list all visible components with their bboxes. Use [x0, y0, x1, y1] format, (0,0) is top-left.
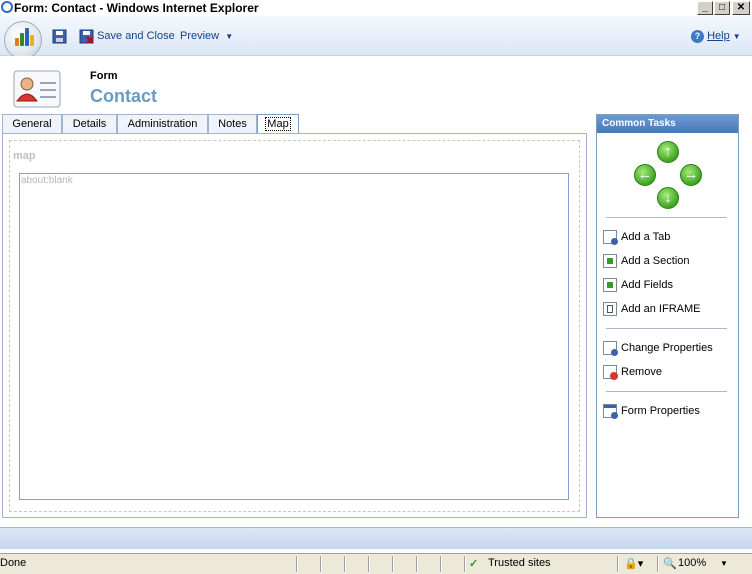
trusted-check-icon: ✓ [469, 558, 479, 570]
status-divider [617, 556, 619, 572]
add-iframe-link[interactable]: Add an IFRAME [603, 301, 700, 317]
status-divider [464, 556, 466, 572]
add-tab-link[interactable]: Add a Tab [603, 229, 671, 246]
zoom-level[interactable]: 100% [678, 557, 706, 569]
arrow-right-icon[interactable]: → [680, 164, 702, 186]
status-divider [368, 556, 370, 572]
status-divider [416, 556, 418, 572]
change-properties-link[interactable]: Change Properties [603, 340, 713, 357]
status-divider [392, 556, 394, 572]
iframe-preview[interactable] [19, 173, 569, 500]
status-divider [320, 556, 322, 572]
protected-mode-icon[interactable]: 🔒▾ [624, 557, 643, 570]
form-type-label: Form [90, 70, 118, 82]
window-title: Form: Contact - Windows Internet Explore… [14, 1, 259, 15]
tab-general[interactable]: General [2, 114, 62, 134]
form-properties-link[interactable]: Form Properties [603, 403, 700, 420]
arrow-left-icon[interactable]: ← [634, 164, 656, 186]
iframe-url: about:blank [21, 175, 73, 186]
ie-icon [1, 1, 13, 13]
remove-icon [603, 365, 618, 381]
form-footer [0, 527, 752, 549]
chevron-down-icon: ▼ [225, 32, 234, 41]
status-divider [440, 556, 442, 572]
chevron-down-icon: ▼ [732, 32, 741, 41]
add-tab-icon [603, 230, 618, 246]
common-tasks-header: Common Tasks [597, 115, 738, 133]
remove-link[interactable]: Remove [603, 364, 662, 381]
status-divider [296, 556, 298, 572]
page-title: Contact [90, 86, 157, 106]
status-divider [657, 556, 659, 572]
divider [606, 217, 727, 218]
change-properties-icon [603, 341, 618, 357]
preview-menu[interactable]: Preview ▼ [180, 27, 233, 45]
arrow-up-icon[interactable]: ↑ [657, 141, 679, 163]
contact-card-icon [13, 70, 61, 108]
crm-logo-icon[interactable] [4, 21, 42, 59]
tab-administration[interactable]: Administration [117, 114, 208, 134]
add-section-link[interactable]: Add a Section [603, 253, 690, 269]
form-properties-label: Form Properties [621, 405, 700, 417]
title-bar: Form: Contact - Windows Internet Explore… [0, 0, 752, 16]
add-iframe-label: Add an IFRAME [621, 303, 701, 315]
help-menu[interactable]: ? Help ▼ [691, 27, 741, 45]
tab-map-label: Map [265, 117, 291, 131]
security-zone[interactable]: Trusted sites [488, 557, 551, 569]
add-section-icon [603, 254, 617, 269]
change-properties-label: Change Properties [621, 342, 713, 354]
status-bar: Done ✓ Trusted sites 🔒▾ 🔍 100% ▼ [0, 553, 752, 574]
help-icon: ? [691, 30, 704, 43]
help-label: Help [707, 30, 730, 42]
save-and-close-button[interactable]: Save and Close [79, 27, 175, 45]
close-button[interactable]: ✕ [732, 1, 750, 15]
status-divider [344, 556, 346, 572]
tab-notes[interactable]: Notes [208, 114, 257, 134]
minimize-button[interactable]: _ [697, 1, 713, 15]
chevron-down-icon[interactable]: ▼ [720, 559, 728, 568]
divider [606, 328, 727, 329]
add-section-label: Add a Section [621, 255, 690, 267]
add-fields-label: Add Fields [621, 279, 673, 291]
remove-label: Remove [621, 366, 662, 378]
add-tab-label: Add a Tab [621, 231, 671, 243]
save-button[interactable] [52, 27, 67, 45]
section-title: map [13, 150, 36, 162]
form-properties-icon [603, 404, 618, 420]
add-fields-link[interactable]: Add Fields [603, 277, 673, 293]
maximize-button[interactable]: □ [714, 1, 730, 15]
add-fields-icon [603, 278, 617, 293]
save-icon [52, 29, 67, 44]
arrow-down-icon[interactable]: ↓ [657, 187, 679, 209]
save-close-icon [79, 29, 94, 44]
save-and-close-label: Save and Close [97, 30, 175, 42]
preview-label: Preview [180, 30, 220, 42]
divider [606, 391, 727, 392]
add-iframe-icon [603, 302, 617, 317]
tab-details[interactable]: Details [62, 114, 117, 134]
tab-map[interactable]: Map [257, 114, 299, 135]
status-text: Done [0, 557, 27, 569]
zoom-icon: 🔍 [663, 558, 677, 570]
